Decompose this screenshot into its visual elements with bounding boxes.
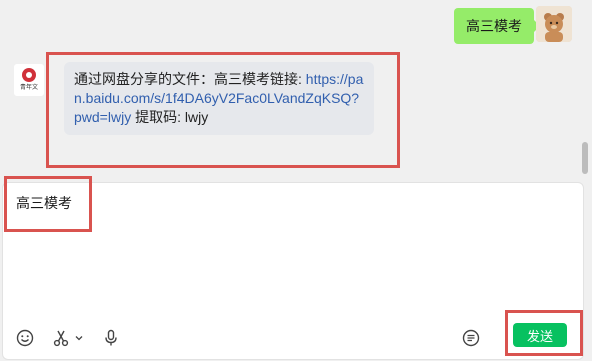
bear-avatar-icon	[536, 6, 572, 42]
scissors-icon[interactable]	[51, 328, 71, 348]
emoji-icon[interactable]	[15, 328, 35, 348]
highlight-box-composer-text	[4, 176, 92, 232]
chevron-down-icon[interactable]	[73, 328, 85, 348]
peer-avatar[interactable]: 青年文	[14, 64, 44, 96]
outgoing-message-text: 高三模考	[466, 18, 522, 34]
outgoing-message-bubble[interactable]: 高三模考	[454, 8, 540, 44]
microphone-icon[interactable]	[101, 328, 121, 348]
chat-history-icon[interactable]	[461, 328, 481, 348]
peer-avatar-label: 青年文	[19, 85, 38, 91]
highlight-box-shared-link	[46, 52, 400, 168]
chat-scrollbar[interactable]	[582, 142, 588, 174]
peer-logo-icon	[22, 68, 36, 82]
highlight-box-send-button	[505, 310, 583, 356]
my-avatar[interactable]	[536, 6, 572, 42]
composer-toolbar: 发送	[3, 319, 583, 359]
